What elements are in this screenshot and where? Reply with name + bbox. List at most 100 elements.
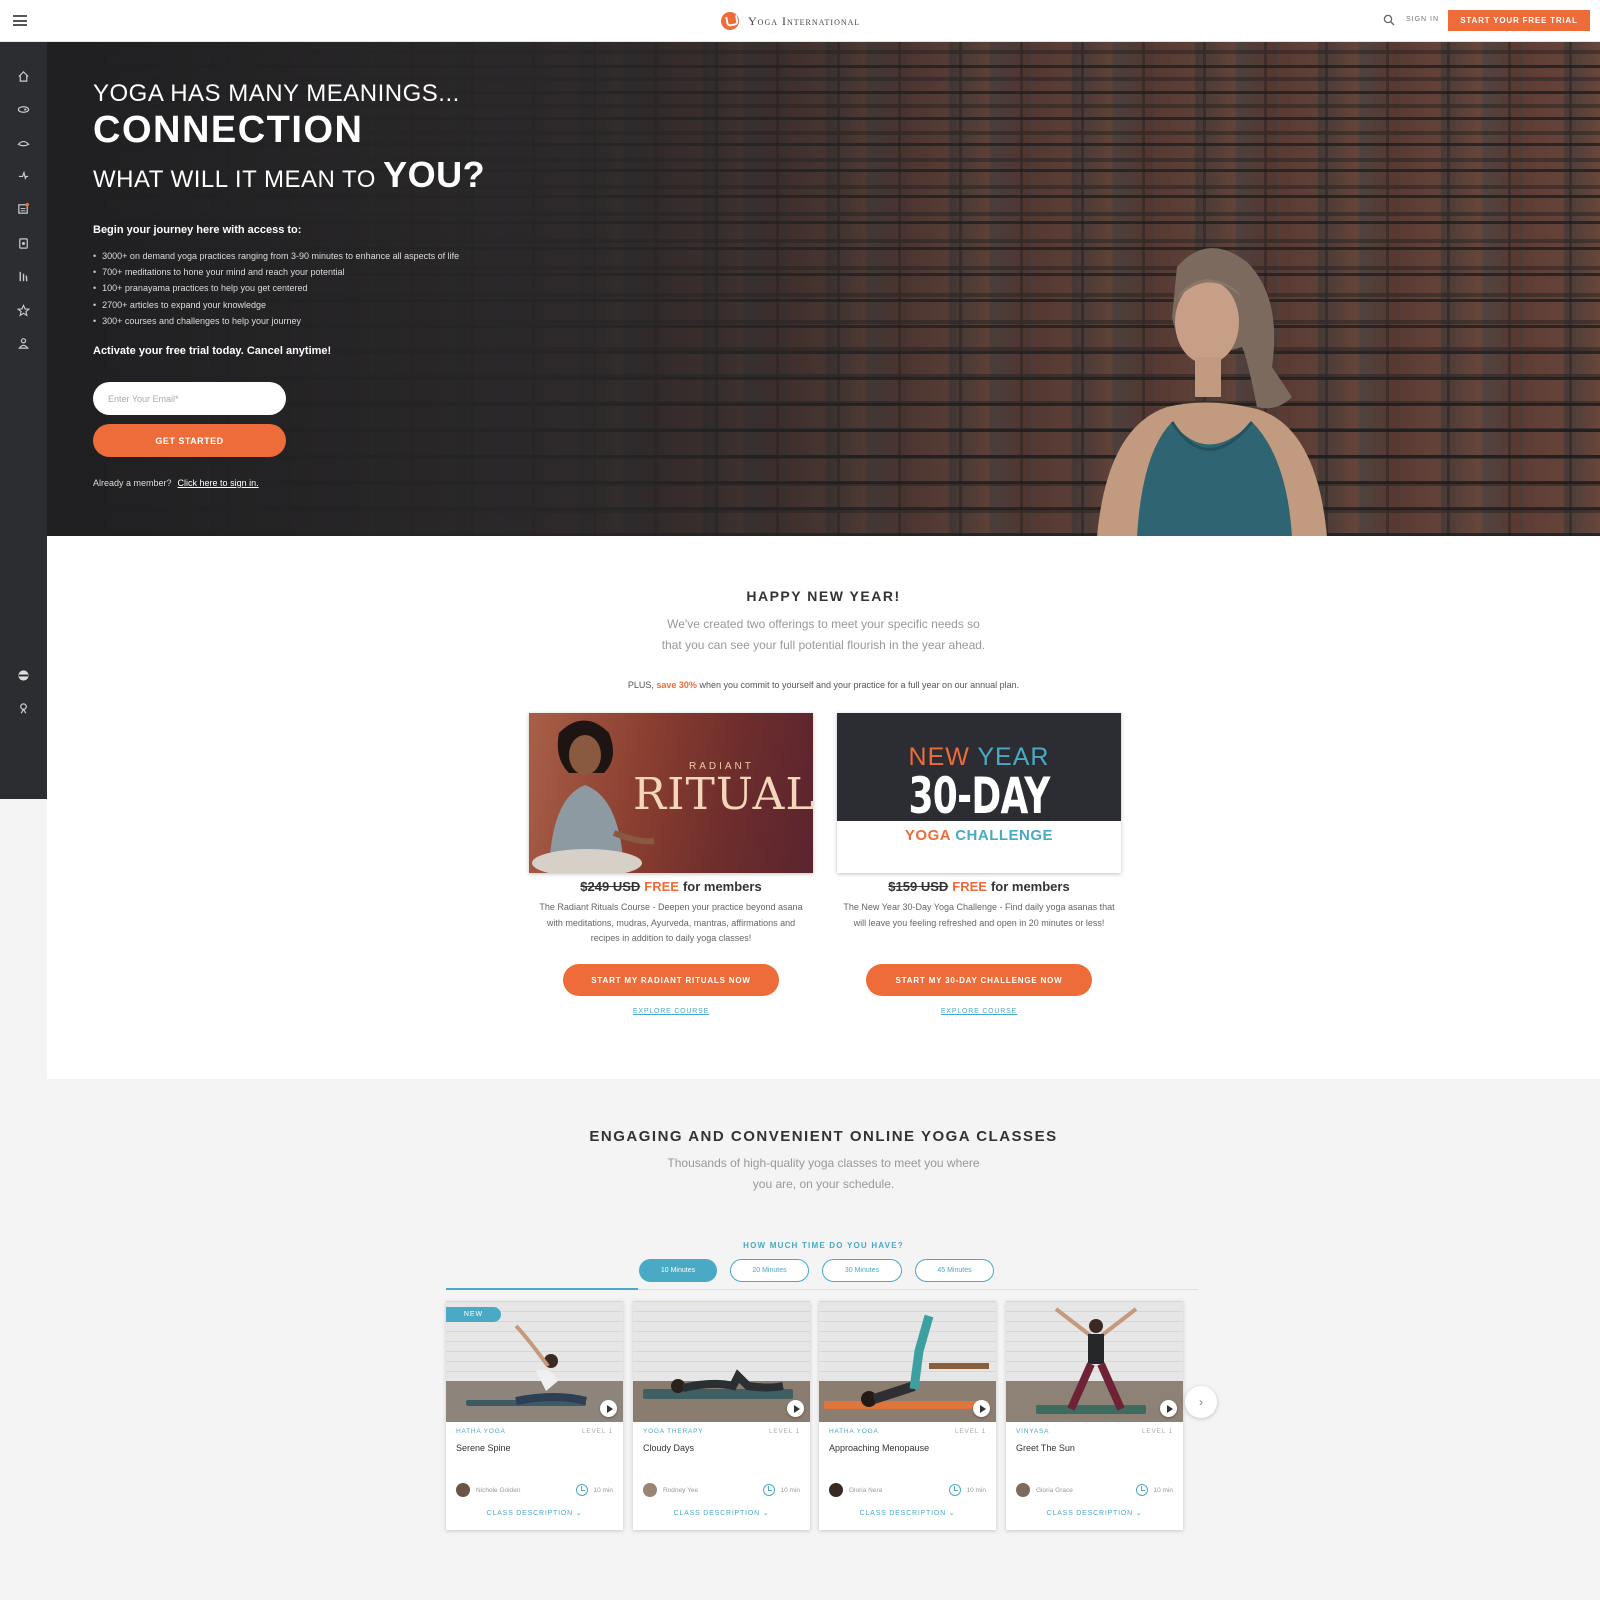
hero-person-image xyxy=(1097,248,1327,536)
offer-price: $249 USD FREE for members xyxy=(580,879,762,894)
account-icon[interactable] xyxy=(16,701,30,715)
art-rituals-text: RITUALS xyxy=(633,769,813,820)
section-subtitle: We've created two offerings to meet your… xyxy=(661,617,986,652)
chevron-down-icon: ⌄ xyxy=(1135,1510,1143,1517)
chevron-down-icon: ⌄ xyxy=(948,1510,956,1517)
explore-course-link[interactable]: EXPLORE COURSE xyxy=(837,1008,1121,1015)
30-day-challenge-image[interactable]: NEW YEAR 30-DAY YOGA CHALLENGE xyxy=(837,713,1121,873)
hero-intro: Begin your journey here with access to: xyxy=(93,224,302,236)
email-input[interactable] xyxy=(93,382,286,415)
time-option-20[interactable]: 20 Minutes xyxy=(730,1259,809,1282)
class-duration: 10 min xyxy=(763,1484,800,1496)
class-title: Cloudy Days xyxy=(643,1443,695,1453)
class-level: LEVEL 1 xyxy=(1141,1428,1173,1435)
time-option-10[interactable]: 10 Minutes xyxy=(639,1259,717,1282)
start-radiant-rituals-button[interactable]: START MY RADIANT RITUALS NOW xyxy=(563,964,779,996)
benefit-item: 100+ pranayama practices to help you get… xyxy=(93,280,459,296)
new-badge: NEW xyxy=(446,1307,501,1322)
play-icon[interactable] xyxy=(600,1400,617,1417)
class-title: Approaching Menopause xyxy=(829,1443,930,1453)
class-description-toggle[interactable]: CLASS DESCRIPTION ⌄ xyxy=(1006,1509,1183,1517)
benefit-item: 3000+ on demand yoga practices ranging f… xyxy=(93,248,459,264)
explore-course-link[interactable]: EXPLORE COURSE xyxy=(529,1008,813,1015)
member-signin-link[interactable]: Click here to sign in. xyxy=(178,478,259,488)
time-option-45[interactable]: 45 Minutes xyxy=(915,1259,994,1282)
offer-card-radiant-rituals: RADIANT RITUALS $249 USDFREEfor members … xyxy=(529,713,813,1015)
art-challenge-text: YOGA CHALLENGE xyxy=(904,827,1054,844)
class-thumbnail[interactable]: NEW xyxy=(446,1301,623,1422)
articles-icon[interactable] xyxy=(16,201,30,215)
class-description-toggle[interactable]: CLASS DESCRIPTION ⌄ xyxy=(633,1509,810,1517)
class-duration: 10 min xyxy=(1136,1484,1173,1496)
class-style: VINYASA xyxy=(1016,1428,1050,1435)
clock-icon xyxy=(1136,1484,1149,1496)
offer-price: $159 USD FREE for members xyxy=(888,879,1070,894)
class-card[interactable]: NEW HATHA YOGA LEVEL 1 Serene Spine Nicho… xyxy=(446,1301,623,1530)
start-30-day-challenge-button[interactable]: START MY 30-DAY CHALLENGE NOW xyxy=(866,964,1092,996)
benefit-item: 700+ meditations to hone your mind and r… xyxy=(93,264,459,280)
classes-section-title: ENGAGING AND CONVENIENT ONLINE YOGA CLAS… xyxy=(589,1128,1058,1145)
search-icon[interactable] xyxy=(1383,14,1395,26)
star-icon[interactable] xyxy=(16,303,30,317)
hero-benefits-list: 3000+ on demand yoga practices ranging f… xyxy=(93,248,459,329)
class-style: HATHA YOGA xyxy=(829,1428,879,1435)
hero-line-2: CONNECTION xyxy=(93,109,364,151)
start-free-trial-button[interactable]: START YOUR FREE TRIAL xyxy=(1448,10,1590,31)
annual-plan-promo: PLUS, save 30% when you commit to yourse… xyxy=(627,680,1020,690)
sign-in-link[interactable]: SIGN IN xyxy=(1406,16,1439,23)
clock-icon xyxy=(576,1484,589,1496)
home-icon[interactable] xyxy=(16,69,30,83)
benefit-item: 2700+ articles to expand your knowledge xyxy=(93,297,459,313)
play-icon[interactable] xyxy=(1160,1400,1177,1417)
class-style: HATHA YOGA xyxy=(456,1428,506,1435)
time-option-30[interactable]: 30 Minutes xyxy=(822,1259,902,1282)
get-started-button[interactable]: GET STARTED xyxy=(93,424,286,457)
breath-icon[interactable] xyxy=(16,168,30,182)
hero-trial-text: Activate your free trial today. Cancel a… xyxy=(93,345,332,357)
settings-toggle-icon[interactable] xyxy=(16,668,30,682)
chevron-down-icon: ⌄ xyxy=(575,1510,583,1517)
clock-icon xyxy=(763,1484,776,1496)
class-teacher: Gloria Nera xyxy=(829,1483,882,1497)
chevron-down-icon: ⌄ xyxy=(762,1510,770,1517)
yoga-mat-icon[interactable] xyxy=(16,102,30,116)
class-description-toggle[interactable]: CLASS DESCRIPTION ⌄ xyxy=(446,1509,623,1517)
play-icon[interactable] xyxy=(973,1400,990,1417)
logo-text: Yoga International xyxy=(748,13,861,28)
library-icon[interactable] xyxy=(16,269,30,283)
class-style: YOGA THERAPY xyxy=(643,1428,704,1435)
offer-description: The New Year 30-Day Yoga Challenge - Fin… xyxy=(843,902,1115,928)
class-thumbnail[interactable] xyxy=(819,1301,996,1422)
class-teacher: Gloria Grace xyxy=(1016,1483,1073,1497)
offer-description: The Radiant Rituals Course - Deepen your… xyxy=(539,902,803,943)
class-teacher: Rodney Yee xyxy=(643,1483,698,1497)
art-30-day-text: 30-DAY xyxy=(908,767,1050,825)
class-card[interactable]: HATHA YOGA LEVEL 1 Approaching Menopause … xyxy=(819,1301,996,1530)
courses-icon[interactable] xyxy=(16,236,30,250)
active-tab-indicator xyxy=(446,1288,638,1290)
teacher-icon[interactable] xyxy=(16,336,30,350)
offer-card-30-day-challenge: NEW YEAR 30-DAY YOGA CHALLENGE $159 USD F… xyxy=(837,713,1121,1015)
time-question: HOW MUCH TIME DO YOU HAVE? xyxy=(743,1241,904,1250)
class-duration: 10 min xyxy=(576,1484,613,1496)
section-title: HAPPY NEW YEAR! xyxy=(746,588,901,604)
hero-line-3: WHAT WILL IT MEAN TO YOU? xyxy=(93,154,486,195)
radiant-rituals-image[interactable]: RADIANT RITUALS xyxy=(529,713,813,873)
class-card[interactable]: VINYASA LEVEL 1 Greet The Sun Gloria Grac… xyxy=(1006,1301,1183,1530)
site-logo[interactable]: Yoga International xyxy=(721,12,860,30)
class-level: LEVEL 1 xyxy=(954,1428,986,1435)
menu-icon[interactable] xyxy=(13,15,27,26)
class-description-toggle[interactable]: CLASS DESCRIPTION ⌄ xyxy=(819,1509,996,1517)
hero-banner: YOGA HAS MANY MEANINGS... CONNECTION WHA… xyxy=(47,42,1600,536)
class-card[interactable]: YOGA THERAPY LEVEL 1 Cloudy Days Rodney Y… xyxy=(633,1301,810,1530)
class-title: Serene Spine xyxy=(456,1443,511,1453)
avatar xyxy=(456,1483,470,1497)
play-icon[interactable] xyxy=(787,1400,804,1417)
carousel-next-icon[interactable]: › xyxy=(1185,1386,1217,1418)
classes-section-subtitle: Thousands of high-quality yoga classes t… xyxy=(667,1156,980,1191)
logo-icon xyxy=(721,12,739,30)
class-thumbnail[interactable] xyxy=(633,1301,810,1422)
class-thumbnail[interactable] xyxy=(1006,1301,1183,1422)
member-signin-text: Already a member? Click here to sign in. xyxy=(93,478,259,488)
meditation-icon[interactable] xyxy=(16,135,30,149)
